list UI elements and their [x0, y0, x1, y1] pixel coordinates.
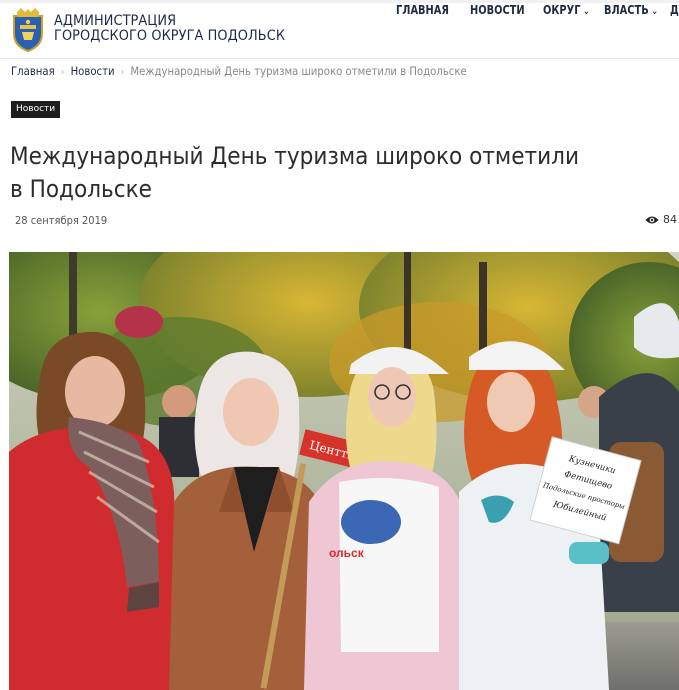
breadcrumb-home-link[interactable]: Главная — [11, 64, 55, 78]
breadcrumb-news-link[interactable]: Новости — [71, 64, 115, 78]
article-date: 28 сентября 2019 — [15, 214, 108, 227]
breadcrumb-separator-icon: › — [120, 67, 125, 78]
view-counter: 84 — [645, 213, 677, 226]
nav-item-okrug-label: ОКРУГ — [543, 3, 581, 17]
coat-of-arms-logo[interactable] — [10, 8, 46, 53]
nav-item-vlast[interactable]: ВЛАСТЬ ⌄ — [604, 3, 658, 17]
brand-line-2: ГОРОДСКОГО ОКРУГА ПОДОЛЬСК — [54, 28, 286, 44]
site-header: АДМИНИСТРАЦИЯ ГОРОДСКОГО ОКРУГА ПОДОЛЬСК… — [0, 3, 679, 59]
site-brand[interactable]: АДМИНИСТРАЦИЯ ГОРОДСКОГО ОКРУГА ПОДОЛЬСК — [54, 14, 305, 44]
nav-item-vlast-label: ВЛАСТЬ — [604, 3, 649, 17]
article-title: Международный День туризма широко отмети… — [10, 142, 579, 203]
breadcrumb: Главная › Новости › Международный День туриз… — [11, 64, 467, 78]
nav-item-more[interactable]: Д — [670, 3, 679, 17]
chevron-down-icon: ⌄ — [651, 6, 659, 17]
category-badge[interactable]: Новости — [11, 101, 61, 118]
breadcrumb-current: Международный День туризма широко отмети… — [130, 64, 467, 78]
brand-line-1: АДМИНИСТРАЦИЯ — [54, 13, 177, 29]
eye-icon — [645, 216, 659, 224]
photo-shirt-text: ольск — [329, 546, 365, 560]
nav-item-home[interactable]: ГЛАВНАЯ — [396, 3, 449, 17]
breadcrumb-separator-icon: › — [60, 67, 65, 78]
nav-item-news[interactable]: НОВОСТИ — [470, 3, 525, 17]
article-photo[interactable]: Центтики ольск Кузнечики Фетищево Подоль… — [9, 252, 679, 690]
nav-item-okrug[interactable]: ОКРУГ ⌄ — [543, 3, 590, 17]
chevron-down-icon: ⌄ — [582, 6, 590, 17]
view-count: 84 — [663, 213, 677, 226]
